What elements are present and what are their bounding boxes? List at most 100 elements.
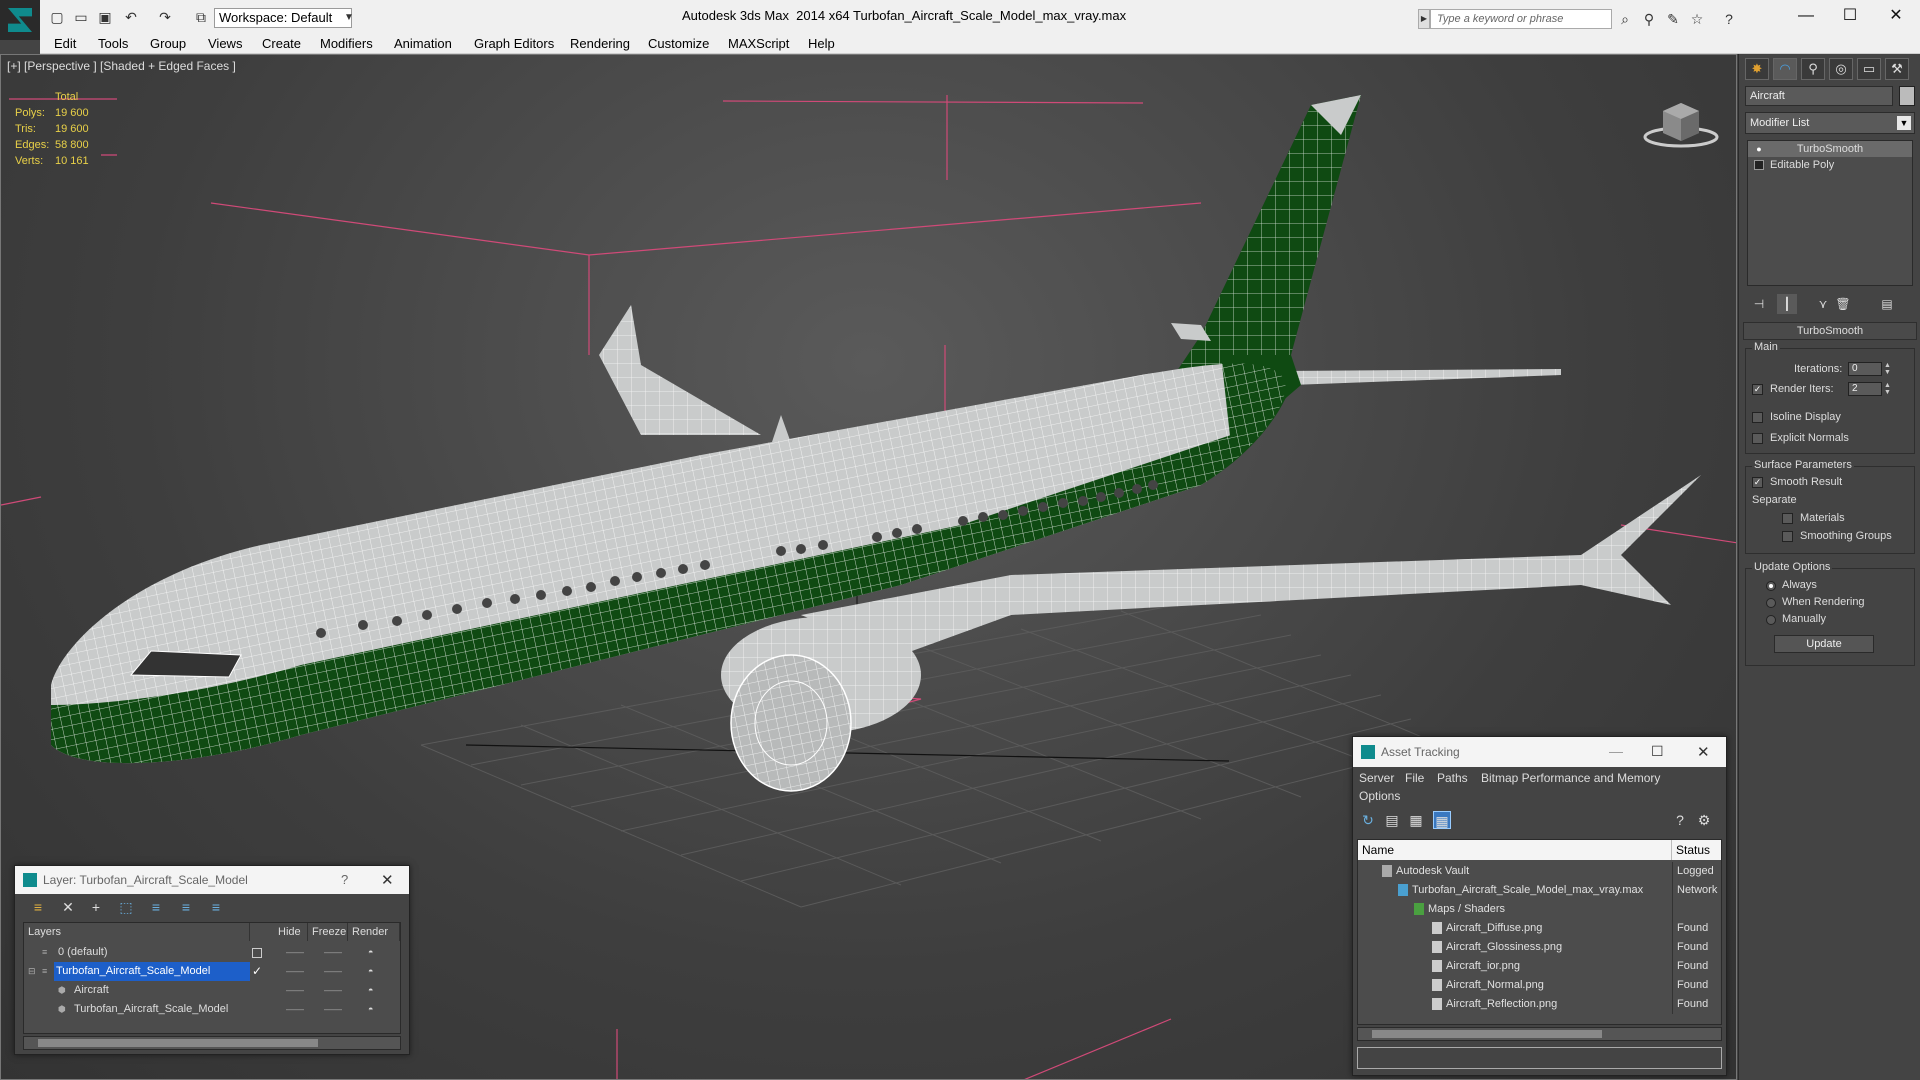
menu-animation[interactable]: Animation: [394, 36, 452, 51]
isoline-checkbox[interactable]: [1752, 412, 1763, 423]
help-icon[interactable]: ?: [1671, 811, 1689, 829]
menu-group[interactable]: Group: [150, 36, 186, 51]
create-tab-icon[interactable]: ✸: [1745, 58, 1769, 80]
table-view-icon[interactable]: ▦: [1433, 811, 1451, 829]
col-status[interactable]: Status: [1672, 840, 1721, 860]
table-row[interactable]: Autodesk Vault Logged O: [1358, 862, 1721, 881]
modifier-list-dropdown[interactable]: Modifier List: [1745, 112, 1915, 134]
expand-icon[interactable]: [1754, 160, 1764, 170]
subscription-icon[interactable]: ⚲: [1640, 10, 1658, 28]
scrollbar-thumb[interactable]: [1372, 1030, 1602, 1038]
materials-checkbox[interactable]: [1782, 513, 1793, 524]
menu-customize[interactable]: Customize: [648, 36, 709, 51]
show-end-result-icon[interactable]: ┃: [1777, 294, 1797, 314]
render-iters-spinner[interactable]: 2: [1848, 382, 1882, 396]
stack-item-turbosmooth[interactable]: ● TurboSmooth: [1748, 141, 1912, 157]
hide-all-icon[interactable]: ≡: [177, 898, 195, 916]
col-freeze[interactable]: Freeze: [308, 923, 348, 941]
freeze-toggle-icon[interactable]: ——: [324, 981, 342, 1000]
collapse-icon[interactable]: ⊟: [28, 962, 36, 981]
table-row[interactable]: Aircraft_ior.png Found: [1358, 957, 1721, 976]
object-color-swatch[interactable]: [1899, 86, 1915, 106]
render-toggle-icon[interactable]: ◓: [368, 1000, 373, 1019]
object-name-field[interactable]: Aircraft: [1745, 86, 1893, 106]
aircraft-model[interactable]: [51, 95, 1701, 792]
render-toggle-icon[interactable]: ◓: [368, 943, 373, 962]
minimize-button[interactable]: —: [1609, 743, 1623, 759]
display-tab-icon[interactable]: ▭: [1857, 58, 1881, 80]
close-button[interactable]: ✕: [1697, 743, 1710, 761]
render-toggle-icon[interactable]: ◓: [368, 962, 373, 981]
remove-modifier-icon[interactable]: 🗑: [1833, 294, 1853, 314]
spinner-arrows-icon[interactable]: ▲ ▼: [1884, 362, 1892, 376]
freeze-toggle-icon[interactable]: ——: [324, 943, 342, 962]
menu-graph-editors[interactable]: Graph Editors: [474, 36, 554, 51]
help-button[interactable]: ?: [341, 872, 348, 887]
chevron-down-icon[interactable]: ▼: [1897, 116, 1911, 130]
table-row[interactable]: ⬢ Turbofan_Aircraft_Scale_Model —— —— ◓: [24, 1000, 400, 1019]
viewport-label[interactable]: [+] [Perspective ] [Shaded + Edged Faces…: [7, 59, 236, 73]
make-unique-icon[interactable]: ⋎: [1813, 294, 1833, 314]
menu-modifiers[interactable]: Modifiers: [320, 36, 373, 51]
table-row[interactable]: Aircraft_Glossiness.png Found: [1358, 938, 1721, 957]
manually-radio[interactable]: [1766, 615, 1776, 625]
spinner-arrows-icon[interactable]: ▲ ▼: [1884, 382, 1892, 396]
col-render[interactable]: Render: [348, 923, 400, 941]
project-folder-icon[interactable]: ⧉: [192, 9, 210, 25]
menu-help[interactable]: Help: [808, 36, 835, 51]
menu-file[interactable]: File: [1405, 771, 1424, 785]
hierarchy-tab-icon[interactable]: ⚲: [1801, 58, 1825, 80]
minimize-button[interactable]: —: [1786, 4, 1826, 28]
redo-icon[interactable]: ↷: [156, 9, 174, 25]
scrollbar-thumb[interactable]: [38, 1039, 318, 1047]
help-icon[interactable]: ?: [1720, 10, 1738, 28]
delete-layer-icon[interactable]: ✕: [59, 898, 77, 916]
freeze-toggle-icon[interactable]: ——: [324, 962, 342, 981]
freeze-all-icon[interactable]: ≡: [207, 898, 225, 916]
asset-dialog-titlebar[interactable]: Asset Tracking — ☐ ✕: [1353, 737, 1726, 767]
menu-server[interactable]: Server: [1359, 771, 1394, 785]
freeze-toggle-icon[interactable]: ——: [324, 1000, 342, 1019]
workspace-dropdown[interactable]: Workspace: Default: [214, 8, 352, 28]
close-button[interactable]: ✕: [381, 871, 394, 889]
undo-icon[interactable]: ↶: [122, 9, 140, 25]
menu-paths[interactable]: Paths: [1437, 771, 1468, 785]
table-row[interactable]: Aircraft_Normal.png Found: [1358, 976, 1721, 995]
smoothing-groups-checkbox[interactable]: [1782, 531, 1793, 542]
list-view-icon[interactable]: ▤: [1383, 811, 1401, 829]
layer-dialog-titlebar[interactable]: Layer: Turbofan_Aircraft_Scale_Model ? ✕: [15, 866, 409, 894]
explicit-normals-checkbox[interactable]: [1752, 433, 1763, 444]
viewcube[interactable]: [1641, 91, 1721, 151]
highlight-layer-icon[interactable]: ≡: [147, 898, 165, 916]
app-logo-button[interactable]: [0, 0, 40, 40]
open-file-icon[interactable]: ▭: [72, 9, 90, 25]
render-iters-checkbox[interactable]: ✓: [1752, 384, 1763, 395]
select-objects-icon[interactable]: ⬚: [117, 898, 135, 916]
hide-toggle-icon[interactable]: ——: [286, 981, 304, 1000]
maximize-button[interactable]: ☐: [1830, 4, 1870, 28]
save-icon[interactable]: ▣: [96, 9, 114, 25]
menu-options[interactable]: Options: [1359, 789, 1400, 803]
rollout-header[interactable]: TurboSmooth: [1743, 322, 1917, 340]
communication-icon[interactable]: ✎: [1664, 10, 1682, 28]
menu-bitmap-performance[interactable]: Bitmap Performance and Memory: [1481, 771, 1660, 785]
always-radio[interactable]: [1766, 581, 1776, 591]
table-row[interactable]: ⊟ ≡ Turbofan_Aircraft_Scale_Model ✓ —— —…: [24, 962, 400, 981]
col-hide[interactable]: Hide: [274, 923, 308, 941]
menu-edit[interactable]: Edit: [54, 36, 76, 51]
table-row[interactable]: ⬢ Aircraft —— —— ◓: [24, 981, 400, 1000]
maximize-button[interactable]: ☐: [1651, 743, 1664, 760]
col-name[interactable]: Name: [1358, 840, 1672, 860]
favorites-star-icon[interactable]: ☆: [1688, 10, 1706, 28]
table-row[interactable]: ≡ 0 (default) —— —— ◓: [24, 943, 400, 962]
pin-stack-icon[interactable]: ⊣: [1749, 294, 1769, 314]
asset-path-field[interactable]: [1357, 1047, 1722, 1069]
new-file-icon[interactable]: ▢: [48, 9, 66, 25]
hide-toggle-icon[interactable]: ——: [286, 962, 304, 981]
iterations-spinner[interactable]: 0: [1848, 362, 1882, 376]
refresh-icon[interactable]: ↻: [1359, 811, 1377, 829]
table-row[interactable]: Maps / Shaders: [1358, 900, 1721, 919]
menu-rendering[interactable]: Rendering: [570, 36, 630, 51]
utilities-tab-icon[interactable]: ⚒: [1885, 58, 1909, 80]
table-row[interactable]: Aircraft_Diffuse.png Found: [1358, 919, 1721, 938]
